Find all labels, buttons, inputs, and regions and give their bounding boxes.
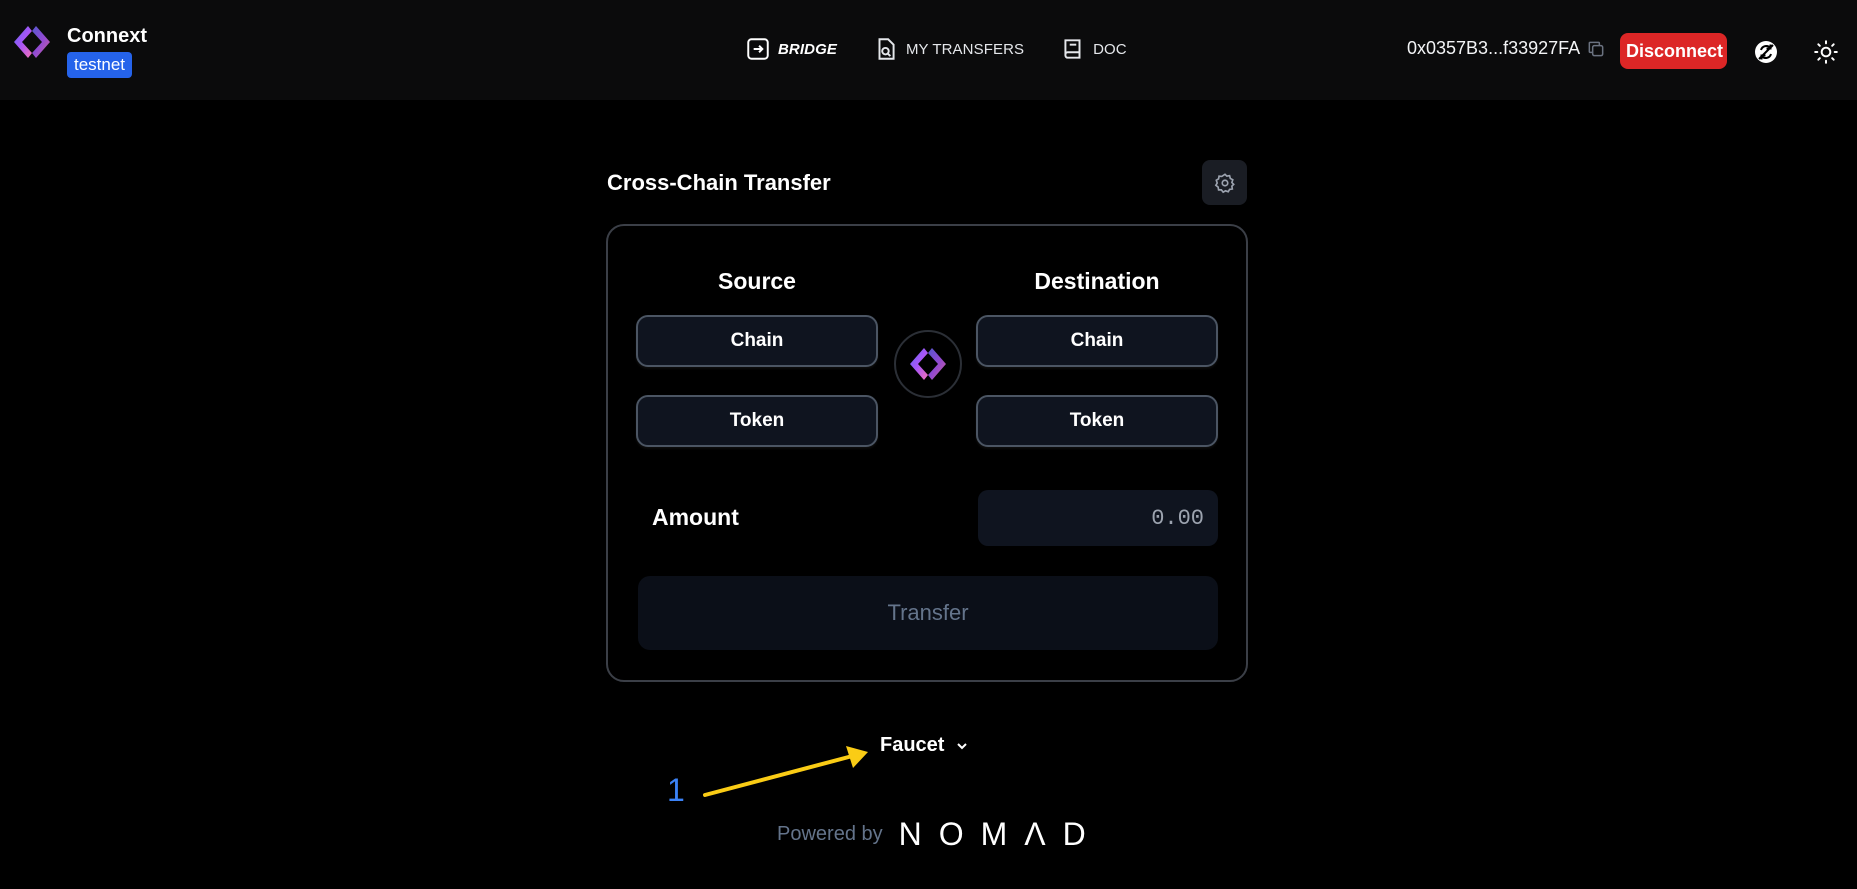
annotation-arrow [703,746,868,797]
amount-input[interactable] [978,490,1218,546]
disconnect-button[interactable]: Disconnect [1620,33,1727,69]
nav-bridge-label: BRIDGE [778,40,837,58]
network-badge: testnet [67,52,133,78]
nav-my-transfers-label: MY TRANSFERS [905,40,1025,58]
nomad-logo[interactable]: NOMΛD [899,816,1103,853]
transfer-card: Source Destination Chain Chain Token Tok… [606,224,1248,682]
nav-doc-label: DOC [1093,40,1127,58]
enter-icon [747,38,769,60]
destination-token-button[interactable]: Token [976,395,1218,447]
swap-chains-button[interactable] [894,330,962,398]
chevron-down-icon [957,742,968,749]
book-icon [1064,39,1081,59]
nav-doc[interactable]: DOC [1060,36,1127,62]
connext-logo-icon [910,348,946,380]
gear-icon [1214,172,1235,193]
copy-icon[interactable] [1586,39,1606,59]
wallet-info: 0x0357B3...f33927FA [1407,38,1606,59]
faucet-label: Faucet [880,734,945,756]
source-chain-button[interactable]: Chain [636,315,878,367]
top-navbar: Connext testnet BRIDGE MY TRANSFERS DOC … [0,0,1857,100]
nav-my-transfers[interactable]: MY TRANSFERS [873,36,1024,62]
wallet-address: 0x0357B3...f33927FA [1407,38,1581,58]
nav-bridge[interactable]: BRIDGE [745,36,837,62]
document-search-icon [878,38,895,60]
settings-button[interactable] [1202,160,1247,205]
destination-heading: Destination [1034,268,1160,294]
faucet-toggle[interactable]: Faucet [880,734,970,757]
source-heading: Source [718,268,796,294]
sun-icon[interactable] [1813,39,1839,65]
destination-chain-button[interactable]: Chain [976,315,1218,367]
powered-by-label: Powered by [777,823,883,845]
annotation-number: 1 [667,772,685,808]
main-nav: BRIDGE MY TRANSFERS DOC [745,36,1163,62]
source-token-button[interactable]: Token [636,395,878,447]
brand-name: Connext [67,25,147,47]
powered-by: Powered by NOMΛD [777,816,1103,853]
amount-label: Amount [652,504,739,530]
page-title: Cross-Chain Transfer [607,170,831,195]
brand[interactable]: Connext testnet [10,22,147,78]
connext-logo-icon [14,26,50,58]
network-switch-icon[interactable] [1754,40,1778,64]
transfer-button[interactable]: Transfer [638,576,1218,650]
